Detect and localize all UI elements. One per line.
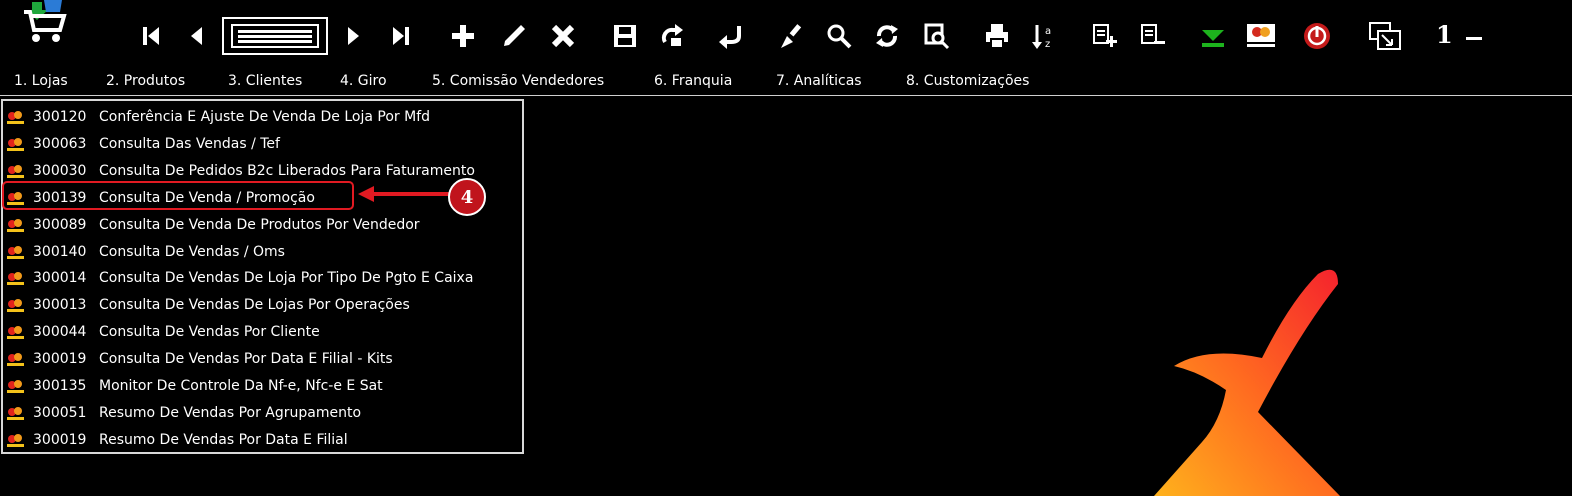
undo-icon[interactable] [714, 19, 748, 53]
annotation-arrow [358, 186, 450, 202]
list-view-icon[interactable] [222, 17, 328, 55]
brand-logo [1154, 269, 1340, 496]
report-icon [6, 137, 25, 153]
preview-icon[interactable] [920, 19, 954, 53]
next-record-icon[interactable] [336, 19, 370, 53]
list-item-label: Consulta De Vendas Por Cliente [99, 324, 320, 341]
list-item[interactable]: 300089 Consulta De Venda De Produtos Por … [3, 212, 522, 239]
list-item-code: 300120 [33, 109, 87, 125]
list-item-code: 300019 [33, 431, 87, 448]
report-icon [6, 218, 25, 234]
list-item-code: 300140 [33, 243, 87, 260]
list-item[interactable]: 300014 Consulta De Vendas De Loja Por Tip… [3, 265, 522, 292]
image-report-icon[interactable] [1244, 19, 1278, 53]
report-icon [6, 433, 25, 449]
highlight-box [2, 181, 354, 210]
list-item[interactable]: 300063 Consulta Das Vendas / Tef [3, 131, 522, 158]
list-item-code: 300089 [33, 216, 87, 233]
menu-bar: 1. Lojas 2. Produtos 3. Clientes 4. Giro… [0, 66, 1572, 96]
report-icon [6, 271, 25, 287]
list-item-label: Consulta De Vendas De Loja Por Tipo De P… [99, 270, 474, 287]
menu-item-comissao[interactable]: 5. Comissão Vendedores [432, 73, 604, 89]
sort-icon[interactable]: az [1028, 19, 1062, 53]
print-icon[interactable] [980, 19, 1014, 53]
menu-item-analiticas[interactable]: 7. Analíticas [776, 73, 862, 89]
list-item-code: 300014 [33, 270, 87, 287]
list-item-label: Consulta De Vendas / Oms [99, 243, 285, 260]
list-item-code: 300051 [33, 404, 87, 421]
list-item[interactable]: 300140 Consulta De Vendas / Oms [3, 239, 522, 266]
report-icon [6, 379, 25, 395]
list-item[interactable]: 300044 Consulta De Vendas Por Cliente [3, 319, 522, 346]
list-item[interactable]: 300013 Consulta De Vendas De Lojas Por Op… [3, 292, 522, 319]
list-item-code: 300013 [33, 297, 87, 314]
list-item[interactable]: 300120 Conferência E Ajuste De Venda De L… [3, 104, 522, 131]
edit-pencil-icon[interactable] [497, 19, 531, 53]
menu-item-lojas[interactable]: 1. Lojas [14, 73, 68, 89]
list-item-label: Consulta De Venda De Produtos Por Vended… [99, 216, 420, 233]
remove-item-icon[interactable] [1136, 19, 1170, 53]
report-icon [6, 325, 25, 341]
menu-item-franquia[interactable]: 6. Franquia [654, 73, 732, 89]
menu-item-produtos[interactable]: 2. Produtos [106, 73, 185, 89]
list-item[interactable]: 300019 Resumo De Vendas Por Data E Filial [3, 427, 522, 454]
list-item-label: Consulta De Pedidos B2c Liberados Para F… [99, 162, 475, 179]
menu-item-customizacoes[interactable]: 8. Customizações [906, 73, 1029, 89]
list-item[interactable]: 300019 Consulta De Vendas Por Data E Fili… [3, 346, 522, 373]
report-icon [6, 352, 25, 368]
report-icon [6, 245, 25, 261]
add-icon[interactable] [446, 19, 480, 53]
list-item[interactable]: 300051 Resumo De Vendas Por Agrupamento [3, 400, 522, 427]
list-item-label: Consulta De Vendas De Lojas Por Operaçõe… [99, 297, 410, 314]
report-icon [6, 406, 25, 422]
delete-icon[interactable] [546, 19, 580, 53]
report-icon [6, 298, 25, 314]
shopping-cart-icon[interactable] [20, 0, 72, 48]
power-icon[interactable] [1300, 19, 1334, 53]
previous-record-icon[interactable] [180, 19, 214, 53]
save-icon[interactable] [608, 19, 642, 53]
report-icon [6, 110, 25, 126]
first-record-icon[interactable] [134, 19, 168, 53]
minimize-icon[interactable] [1466, 37, 1482, 40]
page-number: 1 [1436, 20, 1453, 49]
submenu-list: 300120 Conferência E Ajuste De Venda De L… [1, 99, 524, 454]
menu-item-giro[interactable]: 4. Giro [340, 73, 387, 89]
last-record-icon[interactable] [384, 19, 418, 53]
add-item-icon[interactable] [1088, 19, 1122, 53]
list-item-code: 300135 [33, 378, 87, 394]
step-badge: 4 [448, 178, 486, 216]
list-item-label: Consulta Das Vendas / Tef [99, 135, 280, 152]
search-icon[interactable] [822, 19, 856, 53]
list-item-code: 300044 [33, 324, 87, 341]
list-item[interactable]: 300135 Monitor De Controle Da Nf-e, Nfc-e… [3, 373, 522, 400]
report-icon [6, 164, 25, 180]
svg-text:z: z [1045, 39, 1050, 50]
toolbar: az 1 [0, 0, 1572, 66]
svg-text:a: a [1045, 26, 1051, 37]
list-item-code: 300019 [33, 351, 87, 368]
clear-brush-icon[interactable] [774, 19, 808, 53]
reload-icon[interactable] [870, 19, 904, 53]
list-item-label: Resumo De Vendas Por Data E Filial [99, 431, 348, 448]
window-switch-icon[interactable] [1368, 19, 1402, 53]
list-item-label: Monitor De Controle Da Nf-e, Nfc-e E Sat [99, 378, 383, 394]
list-item-code: 300063 [33, 135, 87, 152]
list-item-code: 300030 [33, 162, 87, 179]
menu-item-clientes[interactable]: 3. Clientes [228, 73, 302, 89]
refresh-forward-icon[interactable] [656, 19, 690, 53]
list-item-label: Conferência E Ajuste De Venda De Loja Po… [99, 109, 431, 125]
list-item-label: Resumo De Vendas Por Agrupamento [99, 404, 362, 421]
download-icon[interactable] [1196, 19, 1230, 53]
list-item-label: Consulta De Vendas Por Data E Filial - K… [99, 351, 393, 368]
